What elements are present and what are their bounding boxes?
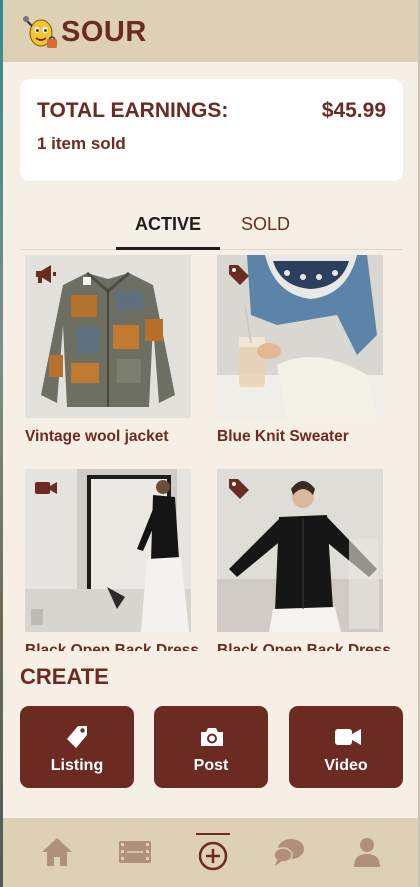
earnings-value: $45.99 xyxy=(321,99,386,122)
camera-icon xyxy=(201,728,223,746)
listing-image xyxy=(217,255,383,418)
listing-card[interactable]: Blue Knit Sweater xyxy=(217,255,383,446)
listing-title: Black Open Back Dress xyxy=(25,642,200,651)
video-camera-icon xyxy=(335,729,361,745)
chat-icon[interactable] xyxy=(271,834,307,870)
listings-grid[interactable]: Vintage wool jacket Blue Knit Sweater Bl… xyxy=(3,252,418,651)
earnings-card: TOTAL EARNINGS: $45.99 1 item sold xyxy=(20,79,403,181)
brand-name: SOUR xyxy=(61,16,147,48)
listing-title: Blue Knit Sweater xyxy=(217,428,349,445)
listing-card[interactable]: Black Open Back Dress xyxy=(217,469,392,651)
create-section-title: CREATE xyxy=(20,664,109,689)
tag-icon xyxy=(67,726,87,748)
create-listing-button[interactable]: Listing xyxy=(20,706,134,788)
lemon-mascot-logo[interactable] xyxy=(21,12,61,52)
megaphone-icon xyxy=(36,265,56,283)
film-icon[interactable] xyxy=(117,834,153,870)
tab-sold[interactable]: SOLD xyxy=(241,214,290,235)
listing-card[interactable]: Black Open Back Dress xyxy=(25,469,200,651)
listing-image xyxy=(25,255,191,418)
earnings-label: TOTAL EARNINGS: xyxy=(37,99,229,122)
listing-image xyxy=(25,469,191,632)
create-post-button[interactable]: Post xyxy=(154,706,268,788)
create-post-label: Post xyxy=(193,757,229,774)
app-header: SOUR xyxy=(3,0,418,62)
tag-icon xyxy=(229,265,249,285)
create-video-label: Video xyxy=(324,757,368,774)
tag-icon xyxy=(229,479,249,499)
bottom-navigation xyxy=(3,818,418,887)
add-icon[interactable] xyxy=(195,838,231,874)
listing-image xyxy=(217,469,383,632)
items-sold-count: 1 item sold xyxy=(37,134,126,153)
create-video-button[interactable]: Video xyxy=(289,706,403,788)
listing-tabs: ACTIVE SOLD xyxy=(20,200,403,250)
profile-icon[interactable] xyxy=(349,834,385,870)
listing-card[interactable]: Vintage wool jacket xyxy=(25,255,191,446)
home-icon[interactable] xyxy=(39,834,75,870)
create-listing-label: Listing xyxy=(50,757,104,774)
listing-title: Vintage wool jacket xyxy=(25,428,169,445)
video-icon xyxy=(35,482,57,494)
tab-active[interactable]: ACTIVE xyxy=(116,214,220,250)
listing-title: Black Open Back Dress xyxy=(217,642,392,651)
active-nav-indicator xyxy=(196,833,230,835)
